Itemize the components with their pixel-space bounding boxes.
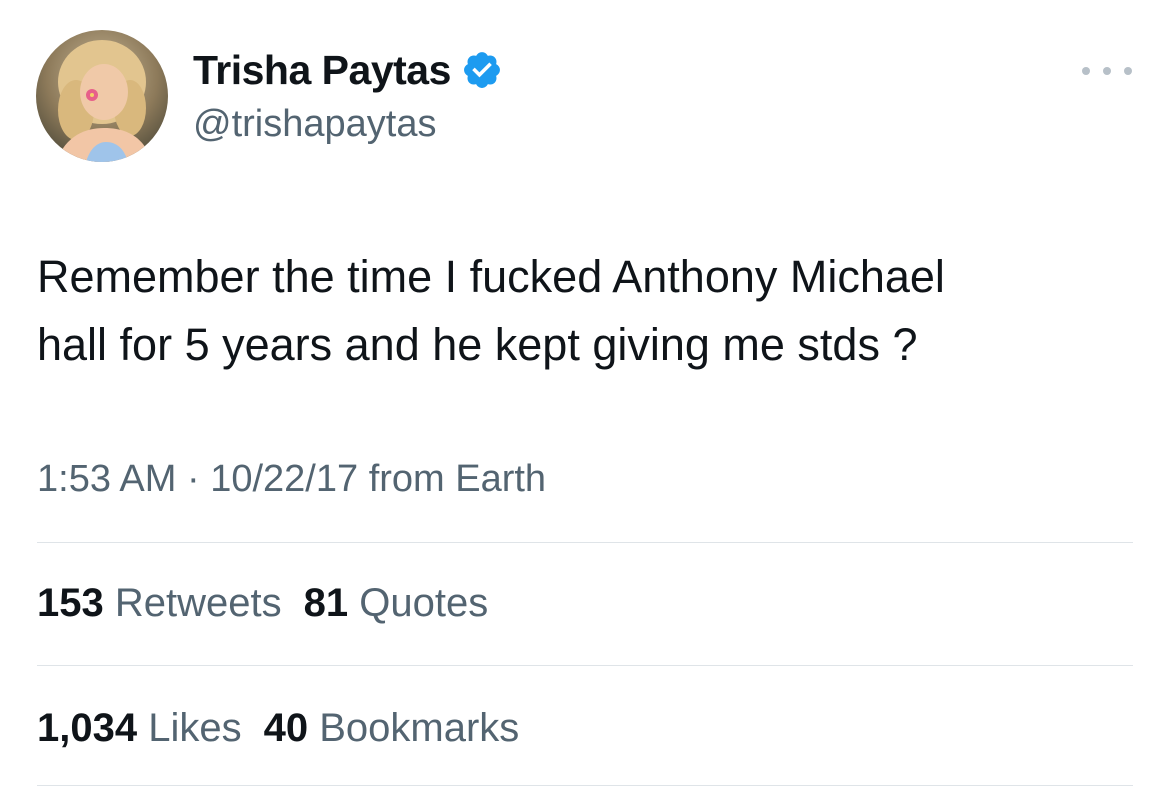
bookmarks-count: 40 — [263, 706, 309, 750]
likes-label: Likes — [148, 706, 242, 750]
dot — [1082, 67, 1090, 75]
bookmarks-stat[interactable]: 40 Bookmarks — [264, 706, 520, 750]
tweet-meta: 1:53 AM · 10/22/17 from Earth — [37, 455, 546, 503]
tweet-text-line: hall for 5 years and he kept giving me s… — [37, 319, 918, 370]
verified-badge-icon — [461, 49, 503, 91]
display-name-text: Trisha Paytas — [193, 47, 451, 93]
divider — [37, 785, 1133, 786]
divider — [37, 665, 1133, 666]
tweet-text-line: Remember the time I fucked Anthony Micha… — [37, 251, 945, 302]
tweet-text: Remember the time I fucked Anthony Micha… — [37, 243, 1137, 379]
divider — [37, 542, 1133, 543]
retweets-label: Retweets — [114, 581, 282, 625]
author-display-name[interactable]: Trisha Paytas — [193, 44, 503, 96]
retweets-count: 153 — [37, 581, 104, 625]
tweet-time[interactable]: 1:53 AM — [37, 458, 176, 500]
retweets-stat[interactable]: 153 Retweets — [37, 581, 282, 625]
more-options-icon[interactable] — [1082, 58, 1132, 84]
author-handle[interactable]: @trishapaytas — [193, 100, 436, 148]
bookmarks-label: Bookmarks — [319, 706, 520, 750]
avatar-image — [36, 30, 168, 162]
stats-row-1: 153 Retweets 81 Quotes — [37, 578, 510, 628]
likes-count: 1,034 — [37, 706, 138, 750]
meta-separator: · — [186, 458, 200, 500]
quotes-label: Quotes — [359, 581, 489, 625]
dot — [1124, 67, 1132, 75]
tweet-date[interactable]: 10/22/17 — [210, 458, 358, 500]
quotes-count: 81 — [303, 581, 349, 625]
stats-row-2: 1,034 Likes 40 Bookmarks — [37, 703, 541, 753]
tweet-source: from Earth — [368, 458, 547, 500]
quotes-stat[interactable]: 81 Quotes — [304, 581, 489, 625]
avatar[interactable] — [36, 30, 168, 162]
likes-stat[interactable]: 1,034 Likes — [37, 706, 242, 750]
dot — [1103, 67, 1111, 75]
